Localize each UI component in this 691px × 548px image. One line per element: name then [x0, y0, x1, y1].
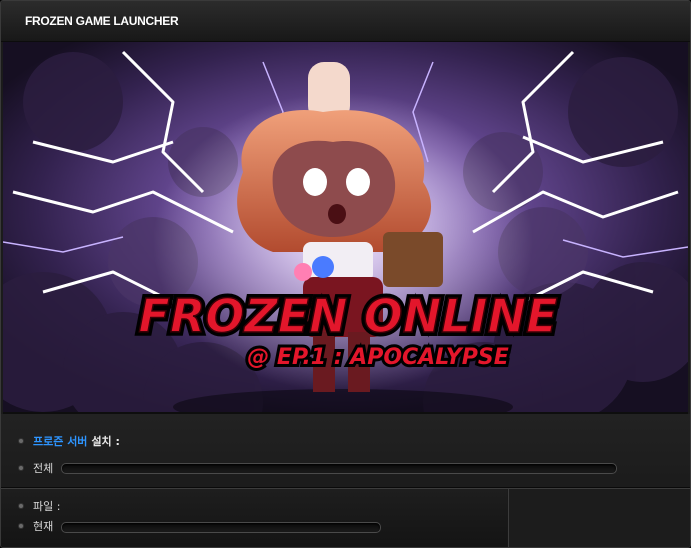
current-progress-bar: [61, 522, 381, 533]
file-label: 파일 :: [33, 500, 61, 513]
install-status-row: 프로즌 서버 설치 :: [19, 433, 120, 449]
current-progress-row: 현재: [19, 518, 53, 534]
total-progress-bar: [61, 463, 617, 474]
install-label: 설치 :: [91, 435, 120, 448]
bullet-icon: [19, 439, 23, 443]
bullet-icon: [19, 466, 23, 470]
window-title: FROZEN GAME LAUNCHER: [25, 14, 179, 28]
launcher-window: FROZEN GAME LAUNCHER FROZEN ONLINE FROZE…: [0, 0, 691, 548]
game-title: FROZEN ONLINE: [138, 289, 557, 343]
banner-artwork: FROZEN ONLINE FROZEN ONLINE @ EP.1 : APO…: [3, 42, 688, 412]
download-panel: [1, 489, 507, 547]
server-name: 프로즌 서버: [33, 435, 88, 448]
file-row: 파일 :: [19, 498, 60, 514]
game-subtitle: @ EP.1 : APOCALYPSE: [247, 345, 508, 370]
total-label: 전체: [33, 462, 54, 475]
title-bar[interactable]: FROZEN GAME LAUNCHER: [1, 1, 690, 42]
bullet-icon: [19, 504, 23, 508]
side-panel: [508, 489, 690, 547]
total-progress-row: 전체: [19, 460, 53, 476]
current-label: 현재: [33, 520, 54, 533]
bullet-icon: [19, 524, 23, 528]
game-banner: FROZEN ONLINE FROZEN ONLINE @ EP.1 : APO…: [3, 42, 688, 414]
